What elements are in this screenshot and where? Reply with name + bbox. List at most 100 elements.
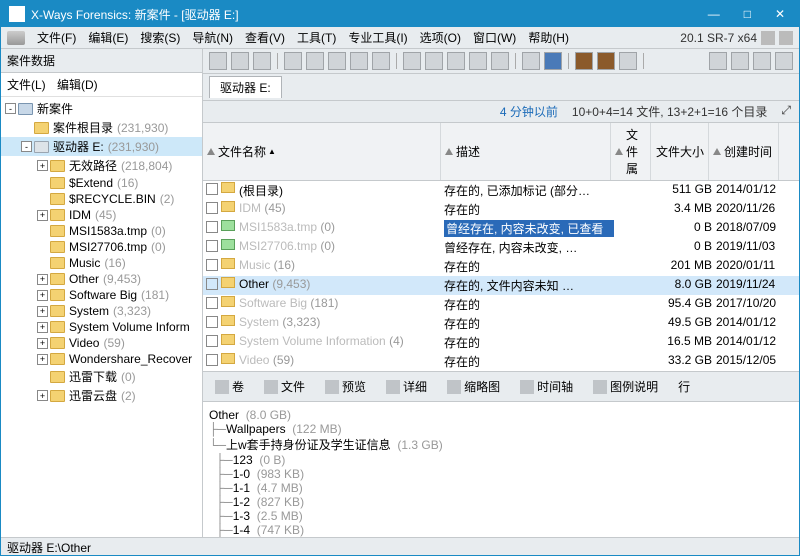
filter-icon[interactable] [713, 148, 721, 155]
dtab-vol[interactable]: 卷 [209, 376, 250, 397]
table-row[interactable]: MSI1583a.tmp (0)曾经存在, 内容未改变, 已查看0 B2018/… [203, 219, 799, 238]
dtab-det[interactable]: 详细 [380, 376, 433, 397]
tool-search1[interactable] [575, 52, 593, 70]
dtab-row[interactable]: 行 [672, 376, 696, 397]
tool-save[interactable] [253, 52, 271, 70]
row-checkbox[interactable] [206, 354, 218, 366]
menu-help[interactable]: 帮助(H) [522, 27, 575, 48]
tool-print[interactable] [350, 52, 368, 70]
dtab-prev[interactable]: 预览 [319, 376, 372, 397]
row-checkbox[interactable] [206, 221, 218, 233]
row-checkbox[interactable] [206, 240, 218, 252]
expand-toggle[interactable]: - [21, 141, 32, 152]
tree-item[interactable]: +无效路径 (218,804) [1, 156, 202, 175]
menu-search[interactable]: 搜索(S) [134, 27, 186, 48]
row-checkbox[interactable] [206, 278, 218, 290]
tree-item[interactable]: +System (3,323) [1, 303, 202, 319]
col-name[interactable]: 文件名称▲ [203, 123, 441, 180]
col-size[interactable]: 文件大小 [651, 123, 709, 180]
tree-item[interactable]: $RECYCLE.BIN (2) [1, 191, 202, 207]
table-row[interactable]: System (3,323)存在的49.5 GB2014/01/12 [203, 314, 799, 333]
expand-toggle[interactable]: + [37, 390, 48, 401]
tree-item[interactable]: -新案件 [1, 99, 202, 118]
table-row[interactable]: Software Big (181)存在的95.4 GB2017/10/20 [203, 295, 799, 314]
tool-nav-next[interactable] [775, 52, 793, 70]
tool-hex[interactable] [619, 52, 637, 70]
dtab-thumb[interactable]: 缩略图 [441, 376, 506, 397]
minimize-button[interactable]: — [702, 5, 726, 23]
table-row[interactable]: System Volume Information (4)存在的16.5 MB2… [203, 333, 799, 352]
tool-list[interactable] [425, 52, 443, 70]
tool-open[interactable] [231, 52, 249, 70]
expand-toggle[interactable]: + [37, 322, 48, 333]
col-attr[interactable]: 文件属 [611, 123, 651, 180]
table-row[interactable]: (根目录) 存在的, 已添加标记 (部分…511 GB2014/01/12 [203, 181, 799, 200]
tool-search2[interactable] [597, 52, 615, 70]
drive-tab[interactable]: 驱动器 E: [209, 76, 282, 98]
table-row[interactable]: IDM (45)存在的3.4 MB2020/11/26 [203, 200, 799, 219]
filter-icon[interactable] [445, 148, 453, 155]
file-list[interactable]: (根目录) 存在的, 已添加标记 (部分…511 GB2014/01/12IDM… [203, 181, 799, 371]
detail-body[interactable]: Other (8.0 GB)├─Wallpapers (122 MB)└─上w套… [203, 402, 799, 537]
expand-toggle[interactable]: + [37, 338, 48, 349]
dtab-file[interactable]: 文件 [258, 376, 311, 397]
expand-toggle[interactable]: + [37, 210, 48, 221]
tree-item[interactable]: Music (16) [1, 255, 202, 271]
expand-toggle[interactable]: + [37, 354, 48, 365]
tool-device[interactable] [306, 52, 324, 70]
tree-item[interactable]: +Software Big (181) [1, 287, 202, 303]
menu-tools[interactable]: 工具(T) [291, 27, 342, 48]
tool-sync[interactable] [491, 52, 509, 70]
col-date[interactable]: 创建时间 [709, 123, 779, 180]
expand-toggle[interactable]: + [37, 290, 48, 301]
tool-data[interactable] [544, 52, 562, 70]
dtab-leg[interactable]: 图例说明 [587, 376, 664, 397]
row-checkbox[interactable] [206, 259, 218, 271]
tool-nav-back[interactable] [709, 52, 727, 70]
tree-item[interactable]: -驱动器 E: (231,930) [1, 137, 202, 156]
filter-icon[interactable] [615, 148, 623, 155]
maximize-button[interactable]: □ [738, 5, 757, 23]
tree-item[interactable]: +迅雷云盘 (2) [1, 386, 202, 405]
info-icon[interactable]: ⤢ [781, 103, 791, 120]
menu-view[interactable]: 查看(V) [239, 27, 291, 48]
menu-nav[interactable]: 导航(N) [186, 27, 239, 48]
tool-props[interactable] [372, 52, 390, 70]
tree-item[interactable]: +System Volume Inform [1, 319, 202, 335]
tree-item[interactable]: +Wondershare_Recover [1, 351, 202, 367]
tree-item[interactable]: MSI1583a.tmp (0) [1, 223, 202, 239]
tool-memory[interactable] [328, 52, 346, 70]
tree-item[interactable]: +Video (59) [1, 335, 202, 351]
tree-item[interactable]: 迅雷下载 (0) [1, 367, 202, 386]
table-row[interactable]: Music (16)存在的201 MB2020/01/11 [203, 257, 799, 276]
close-child-icon[interactable] [779, 31, 793, 45]
expand-toggle[interactable]: + [37, 160, 48, 171]
col-desc[interactable]: 描述 [441, 123, 611, 180]
tool-cal[interactable] [469, 52, 487, 70]
tool-rvs[interactable] [522, 52, 540, 70]
menu-window[interactable]: 窗口(W) [467, 27, 522, 48]
menu-file[interactable]: 文件(F) [31, 27, 82, 48]
restore-icon[interactable] [761, 31, 775, 45]
tree-item[interactable]: $Extend (16) [1, 175, 202, 191]
row-checkbox[interactable] [206, 316, 218, 328]
tool-new[interactable] [209, 52, 227, 70]
tool-dir[interactable] [403, 52, 421, 70]
row-checkbox[interactable] [206, 297, 218, 309]
drive-icon[interactable] [7, 31, 25, 45]
menu-options[interactable]: 选项(O) [414, 27, 467, 48]
expand-toggle[interactable]: + [37, 274, 48, 285]
tree-item[interactable]: 案件根目录 (231,930) [1, 118, 202, 137]
expand-toggle[interactable]: - [5, 103, 16, 114]
tool-image[interactable] [284, 52, 302, 70]
menu-spec[interactable]: 专业工具(I) [342, 27, 413, 48]
tree-item[interactable]: +Other (9,453) [1, 271, 202, 287]
tool-nav-prev[interactable] [753, 52, 771, 70]
left-file-menu[interactable]: 文件(L) [7, 78, 46, 92]
row-checkbox[interactable] [206, 335, 218, 347]
tree-item[interactable]: MSI27706.tmp (0) [1, 239, 202, 255]
tool-gallery[interactable] [447, 52, 465, 70]
left-edit-menu[interactable]: 编辑(D) [57, 78, 98, 92]
table-row[interactable]: MSI27706.tmp (0)曾经存在, 内容未改变, …0 B2019/11… [203, 238, 799, 257]
row-checkbox[interactable] [206, 183, 218, 195]
